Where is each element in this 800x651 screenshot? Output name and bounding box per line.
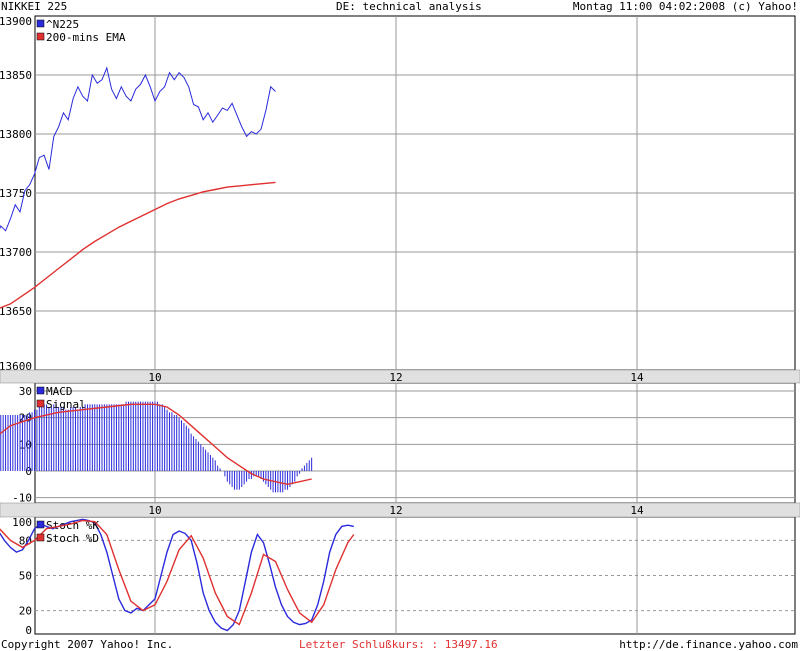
last-close-price: Letzter Schlußkurs: : 13497.16 bbox=[299, 638, 498, 651]
legend-label: Signal bbox=[46, 398, 86, 411]
x-tick-label: 10 bbox=[148, 504, 161, 517]
x-tick-label: 10 bbox=[148, 371, 161, 384]
panel-2-frame bbox=[34, 382, 796, 504]
y-tick-label: 30 bbox=[19, 385, 32, 398]
legend-swatch bbox=[36, 520, 45, 529]
y-tick-label: 13700 bbox=[0, 246, 32, 259]
legend-swatch bbox=[36, 399, 45, 408]
source-url[interactable]: http://de.finance.yahoo.com bbox=[619, 638, 798, 651]
technical-analysis-charts: 13600136501370013750138001385013900 ^N225… bbox=[0, 15, 800, 637]
legend-swatch bbox=[36, 386, 45, 395]
y-tick-label: 100 bbox=[12, 516, 32, 529]
legend-swatch bbox=[36, 32, 45, 41]
legend-label: ^N225 bbox=[46, 18, 79, 31]
y-tick-label: 50 bbox=[19, 570, 32, 583]
legend-label: Stoch %D bbox=[46, 532, 99, 545]
chart-page: NIKKEI 225 DE: technical analysis Montag… bbox=[0, 0, 800, 651]
y-tick-label: 13850 bbox=[0, 69, 32, 82]
x-tick-label: 14 bbox=[630, 371, 644, 384]
y-tick-label: 13800 bbox=[0, 128, 32, 141]
legend-swatch bbox=[36, 19, 45, 28]
y-tick-label: -10 bbox=[12, 492, 32, 505]
x-tick-label: 12 bbox=[389, 504, 402, 517]
legend-label: 200-mins EMA bbox=[46, 31, 126, 44]
legend-label: MACD bbox=[46, 385, 73, 398]
footer-copyright: Copyright 2007 Yahoo! Inc. bbox=[1, 638, 174, 651]
x-tick-label: 14 bbox=[630, 504, 644, 517]
x-tick-label: 12 bbox=[389, 371, 402, 384]
y-tick-label: 0 bbox=[25, 465, 32, 478]
y-tick-label: 13900 bbox=[0, 15, 32, 28]
legend-swatch bbox=[36, 533, 45, 542]
y-tick-label: 0 bbox=[25, 624, 32, 637]
y-tick-label: 20 bbox=[19, 605, 32, 618]
y-tick-label: 13750 bbox=[0, 187, 32, 200]
y-tick-label: 13650 bbox=[0, 305, 32, 318]
